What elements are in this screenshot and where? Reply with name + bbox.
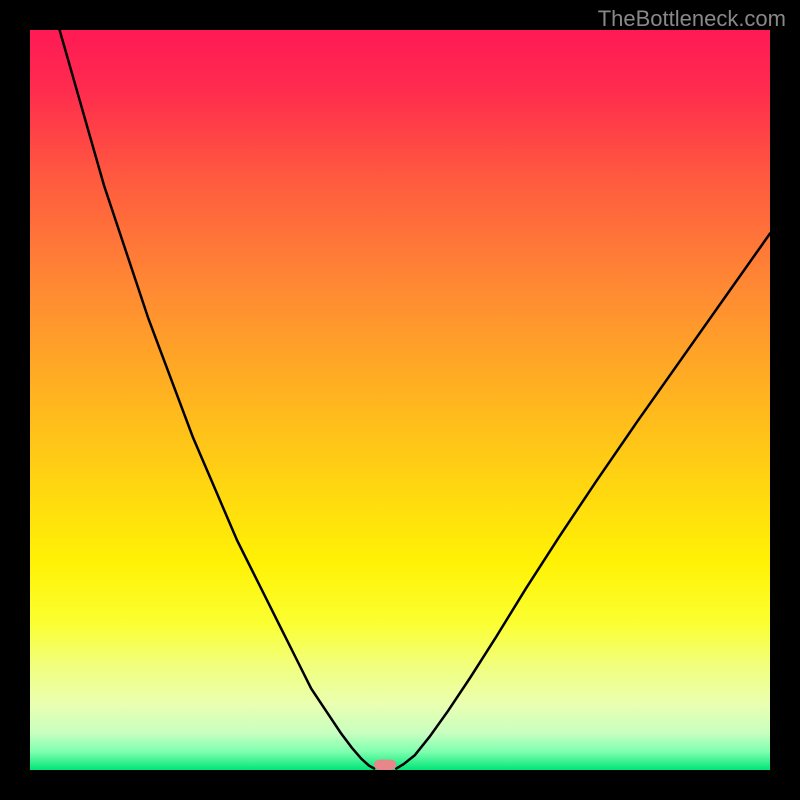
bottleneck-chart: TheBottleneck.com bbox=[0, 0, 800, 800]
plot-area bbox=[30, 30, 770, 770]
bottleneck-marker bbox=[374, 760, 396, 770]
chart-svg bbox=[0, 0, 800, 800]
watermark-text: TheBottleneck.com bbox=[598, 6, 786, 32]
